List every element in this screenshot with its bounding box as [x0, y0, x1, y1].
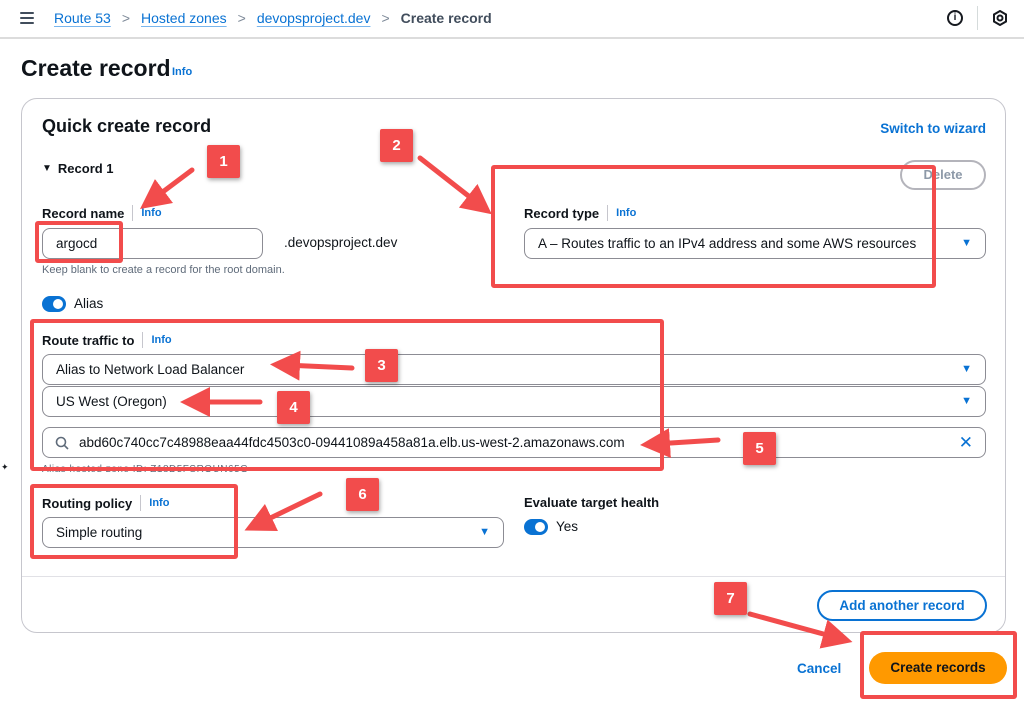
- dropdown-caret-icon: ▼: [961, 395, 972, 407]
- card-title: Quick create record: [42, 116, 212, 136]
- header-divider: [977, 6, 978, 30]
- card-divider: [22, 576, 1005, 577]
- annotation-number: 4: [277, 391, 310, 424]
- alias-label: Alias: [74, 296, 104, 311]
- record-name-hint: Keep blank to create a record for the ro…: [42, 264, 285, 276]
- breadcrumb-route53[interactable]: Route 53: [54, 10, 111, 26]
- breadcrumb-separator-icon: >: [381, 10, 390, 26]
- record-section-label: Record 1: [57, 161, 114, 176]
- breadcrumb: Route 53 > Hosted zones > devopsproject.…: [54, 10, 492, 26]
- breadcrumb-separator-icon: >: [121, 10, 131, 26]
- add-another-record-button[interactable]: Add another record: [817, 590, 987, 621]
- annotation-number: 1: [207, 145, 240, 178]
- hexagon-settings-icon[interactable]: [992, 10, 1008, 26]
- annotation-number: 3: [365, 349, 398, 382]
- annotation-box-record-type: [491, 165, 936, 288]
- annotation-number: 7: [714, 582, 747, 615]
- top-navigation-bar: Route 53 > Hosted zones > devopsproject.…: [0, 0, 1024, 39]
- hamburger-menu-icon[interactable]: [20, 12, 34, 24]
- annotation-box-create-records: [860, 631, 1017, 699]
- page-info-link[interactable]: Info: [172, 66, 192, 78]
- annotation-number: 2: [380, 129, 413, 162]
- dropdown-caret-icon: ▼: [961, 237, 972, 249]
- annotation-number: 5: [743, 432, 776, 465]
- evaluate-health-toggle[interactable]: [524, 519, 548, 535]
- info-circle-icon[interactable]: i: [947, 10, 963, 26]
- breadcrumb-hosted-zone[interactable]: devopsproject.dev: [257, 10, 371, 26]
- record-name-label-text: Record name: [42, 205, 125, 221]
- record-name-info-link[interactable]: Info: [141, 207, 161, 219]
- page-title: Create record: [21, 55, 171, 81]
- alias-toggle[interactable]: [42, 296, 66, 312]
- label-divider: [132, 205, 134, 221]
- evaluate-health-label: Evaluate target health: [524, 495, 660, 510]
- clear-icon[interactable]: ✕: [959, 428, 973, 457]
- annotation-number: 6: [346, 478, 379, 511]
- annotation-box-record-name: [35, 221, 123, 263]
- breadcrumb-hosted-zones[interactable]: Hosted zones: [141, 10, 227, 26]
- resize-cursor-icon: ✦: [1, 462, 9, 472]
- record-1-expander[interactable]: ▼ Record 1: [42, 161, 114, 176]
- annotation-box-route-traffic: [30, 319, 664, 471]
- evaluate-health-value: Yes: [556, 519, 579, 534]
- record-name-label: Record name Info: [42, 205, 162, 221]
- breadcrumb-separator-icon: >: [237, 10, 246, 26]
- dropdown-caret-icon: ▼: [961, 363, 972, 375]
- annotation-box-routing-policy: [30, 484, 238, 559]
- cancel-button[interactable]: Cancel: [797, 661, 841, 676]
- domain-suffix: .devopsproject.dev: [284, 235, 398, 250]
- breadcrumb-current: Create record: [400, 10, 492, 26]
- dropdown-caret-icon: ▼: [479, 526, 490, 538]
- caret-down-icon: ▼: [42, 163, 52, 174]
- switch-to-wizard-link[interactable]: Switch to wizard: [880, 121, 986, 136]
